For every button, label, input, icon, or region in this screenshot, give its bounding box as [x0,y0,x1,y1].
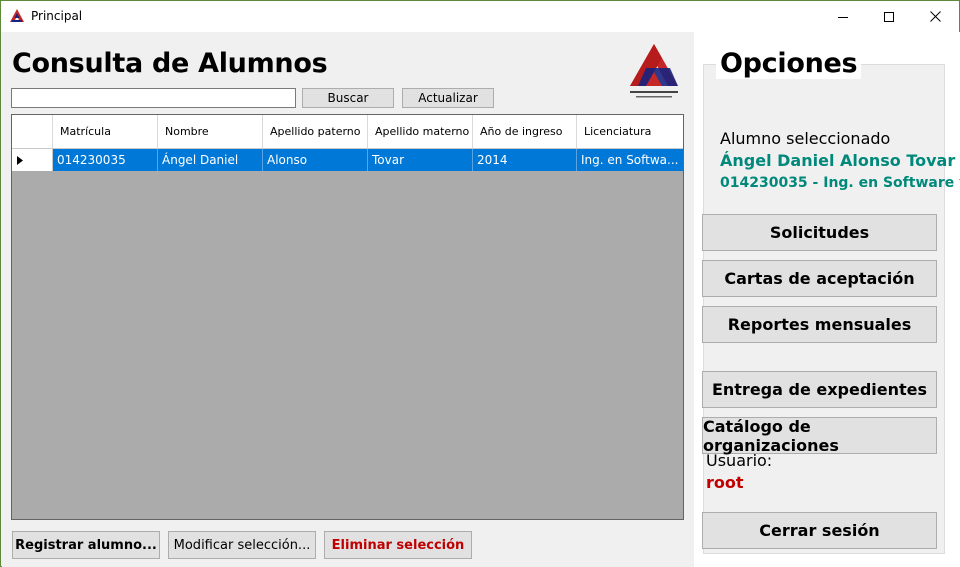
options-panel: Alumno seleccionado Ángel Daniel Alonso … [694,32,960,567]
column-header[interactable]: Matrícula [53,115,158,148]
column-header[interactable]: Año de ingreso [473,115,577,148]
modify-selection-button[interactable]: Modificar selección... [168,531,316,559]
search-button[interactable]: Buscar [302,88,394,108]
search-input[interactable] [11,88,296,108]
delete-selection-button[interactable]: Eliminar selección [324,531,472,559]
refresh-button[interactable]: Actualizar [402,88,494,108]
university-logo [630,44,678,98]
selected-student-info: 014230035 - Ing. en Software y Sistemas [720,175,960,191]
close-button[interactable] [912,1,958,32]
column-header[interactable]: Apellido materno [368,115,473,148]
cell-matricula[interactable]: 014230035 [53,149,158,171]
requests-button[interactable]: Solicitudes [702,214,937,251]
table-row[interactable]: 014230035 Ángel Daniel Alonso Tovar 2014… [12,149,683,171]
minimize-icon [838,16,848,18]
monthly-reports-button[interactable]: Reportes mensuales [702,306,937,343]
column-header[interactable]: Licenciatura [577,115,683,148]
current-row-arrow-icon [17,155,23,165]
students-grid[interactable]: Matrícula Nombre Apellido paterno Apelli… [11,114,684,520]
register-student-button[interactable]: Registrar alumno... [12,531,160,559]
selected-student-label: Alumno seleccionado [720,129,891,148]
column-header[interactable]: Apellido paterno [263,115,368,148]
cell-nombre[interactable]: Ángel Daniel [158,149,263,171]
page-title: Consulta de Alumnos [12,48,328,79]
logout-button[interactable]: Cerrar sesión [702,512,937,549]
user-value: root [706,473,744,492]
file-delivery-button[interactable]: Entrega de expedientes [702,371,937,408]
title-bar: Principal [1,1,959,32]
cell-licenciatura[interactable]: Ing. en Softwa... [577,149,683,171]
user-label: Usuario: [706,451,773,470]
window-title: Principal [31,9,83,23]
row-header[interactable] [12,149,53,171]
organizations-catalog-button[interactable]: Catálogo de organizaciones [702,417,937,455]
grid-corner-cell [12,115,53,148]
maximize-icon [884,11,894,22]
main-window: Principal Consulta de Alumnos Buscar Act… [0,0,960,567]
cell-apellido-paterno[interactable]: Alonso [263,149,368,171]
minimize-button[interactable] [820,1,866,32]
acceptance-letters-button[interactable]: Cartas de aceptación [702,260,937,297]
options-title: Opciones [716,48,862,79]
grid-header: Matrícula Nombre Apellido paterno Apelli… [12,115,683,149]
close-icon [929,11,941,22]
column-header[interactable]: Nombre [158,115,263,148]
selected-student-name: Ángel Daniel Alonso Tovar [720,151,956,170]
options-group: Alumno seleccionado Ángel Daniel Alonso … [702,64,960,554]
students-panel: Consulta de Alumnos Buscar Actualizar Ma… [2,32,694,567]
cell-ano-ingreso[interactable]: 2014 [473,149,577,171]
maximize-button[interactable] [866,1,912,32]
cell-apellido-materno[interactable]: Tovar [368,149,473,171]
app-logo-icon [10,9,24,22]
